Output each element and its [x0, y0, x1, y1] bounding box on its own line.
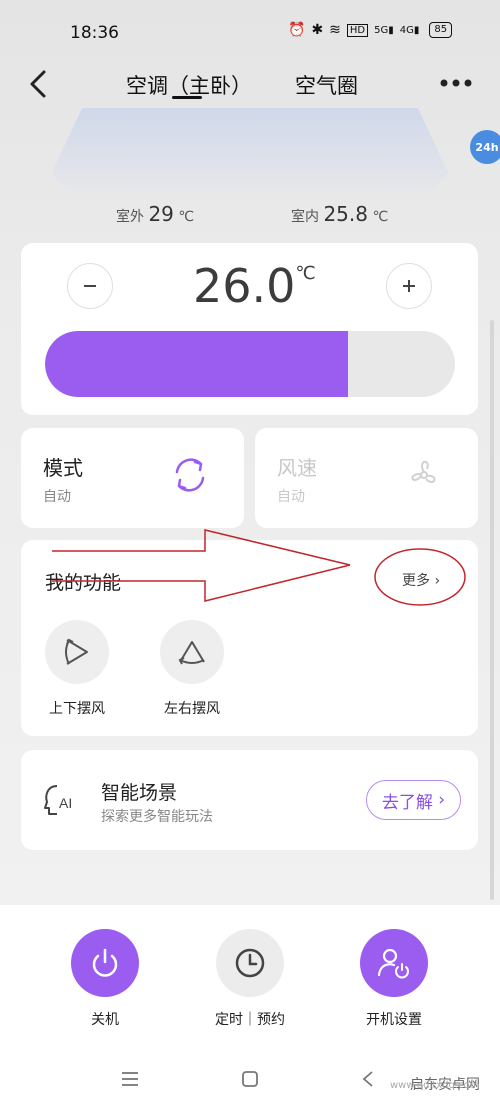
indoor-value: 25.8	[323, 202, 368, 226]
mode-card[interactable]: 模式 自动	[21, 428, 244, 528]
ai-head-icon: AI	[44, 785, 72, 815]
outdoor-value: 29	[148, 202, 174, 226]
status-icons: ⏰ ✱ ≋ HD 5G▮ 4G▮ 85	[288, 22, 453, 38]
signal-4g-icon: 4G▮	[399, 24, 420, 36]
outdoor-temperature: 室外 29 ℃	[116, 202, 194, 226]
decrease-temperature-button[interactable]	[67, 263, 113, 309]
outdoor-unit: ℃	[178, 209, 195, 225]
auto-mode-icon	[175, 458, 205, 492]
outdoor-label: 室外	[116, 209, 144, 225]
bluetooth-icon: ✱	[311, 22, 324, 38]
nav-bar: 空调（主卧） 空气圈	[0, 62, 500, 106]
chevron-right-icon: ›	[438, 790, 446, 810]
timer-label: 定时｜预约	[215, 1012, 285, 1028]
smart-scene-title: 智能场景	[101, 782, 178, 804]
timer-circle	[216, 929, 284, 997]
user-power-icon	[377, 948, 409, 979]
indoor-label: 室内	[291, 209, 319, 225]
set-temperature-unit: ℃	[295, 263, 316, 284]
alarm-icon: ⏰	[288, 22, 306, 38]
timer-button[interactable]: 定时｜预约	[200, 929, 300, 1029]
fan-icon	[411, 460, 436, 484]
power-circle	[71, 929, 139, 997]
back-icon[interactable]	[24, 66, 54, 102]
signal-5g-icon: 5G▮	[374, 24, 394, 36]
vertical-swing-label: 上下摆风	[49, 701, 105, 717]
more-menu-icon[interactable]	[438, 68, 474, 98]
set-temperature-value: 26.0	[193, 259, 296, 313]
vertical-swing-icon	[65, 638, 88, 665]
my-functions-card: 我的功能 更多 › 上下摆风 左右摆风	[21, 540, 478, 736]
svg-text:AI: AI	[59, 795, 72, 811]
plus-icon	[403, 280, 415, 292]
temperature-card: 26.0℃	[21, 243, 478, 415]
indoor-unit: ℃	[372, 209, 389, 225]
temperature-slider[interactable]	[45, 331, 455, 397]
fan-speed-value: 自动	[277, 489, 305, 505]
smart-scene-subtitle: 探索更多智能玩法	[101, 809, 213, 825]
power-icon	[92, 948, 118, 977]
clock-icon	[235, 948, 265, 978]
status-bar: 18:36 ⏰ ✱ ≋ HD 5G▮ 4G▮ 85	[0, 18, 500, 48]
status-time: 18:36	[70, 23, 119, 43]
fan-speed-card[interactable]: 风速 自动	[255, 428, 478, 528]
mode-value: 自动	[43, 489, 71, 505]
my-functions-title: 我的功能	[45, 572, 122, 594]
temperature-slider-fill	[45, 331, 349, 397]
wifi-icon: ≋	[329, 22, 341, 38]
learn-more-label: 去了解	[381, 792, 433, 813]
power-off-label: 关机	[91, 1012, 119, 1028]
horizontal-swing-label: 左右摆风	[164, 701, 220, 717]
scrollbar[interactable]	[490, 320, 494, 900]
active-tab-indicator	[172, 96, 202, 99]
tab-air-circle[interactable]: 空气圈	[295, 70, 358, 100]
more-functions-label: 更多	[402, 573, 430, 589]
battery-icon: 85	[429, 22, 453, 38]
menu-icon[interactable]	[118, 1067, 142, 1091]
more-functions-link[interactable]: 更多 ›	[402, 570, 440, 590]
vertical-swing-button[interactable]: 上下摆风	[37, 620, 117, 718]
chevron-right-icon: ›	[434, 573, 441, 589]
horizontal-swing-icon	[178, 641, 205, 665]
learn-more-button[interactable]: 去了解 ›	[366, 780, 461, 820]
back-nav-icon[interactable]	[356, 1067, 380, 1091]
horizontal-swing-button[interactable]: 左右摆风	[152, 620, 232, 718]
startup-settings-circle	[360, 929, 428, 997]
set-temperature: 26.0℃	[193, 259, 316, 313]
startup-settings-button[interactable]: 开机设置	[344, 929, 444, 1029]
bottom-action-panel: 关机 定时｜预约 开机设置	[0, 905, 500, 1045]
minus-icon	[84, 285, 96, 287]
watermark-url: www.qdltxdq.com	[390, 1080, 480, 1091]
hd-icon: HD	[346, 23, 369, 37]
home-icon[interactable]	[238, 1067, 262, 1091]
fan-speed-title: 风速	[277, 456, 317, 480]
smart-scene-card: AI 智能场景 探索更多智能玩法 去了解 ›	[21, 750, 478, 850]
power-off-button[interactable]: 关机	[55, 929, 155, 1029]
indoor-temperature: 室内 25.8 ℃	[291, 202, 388, 226]
vertical-swing-circle	[45, 620, 109, 684]
ac-airflow-graphic	[40, 108, 460, 198]
horizontal-swing-circle	[160, 620, 224, 684]
startup-settings-label: 开机设置	[366, 1012, 422, 1028]
24h-badge[interactable]: 24h	[470, 130, 500, 164]
increase-temperature-button[interactable]	[386, 263, 432, 309]
mode-title: 模式	[43, 456, 83, 480]
